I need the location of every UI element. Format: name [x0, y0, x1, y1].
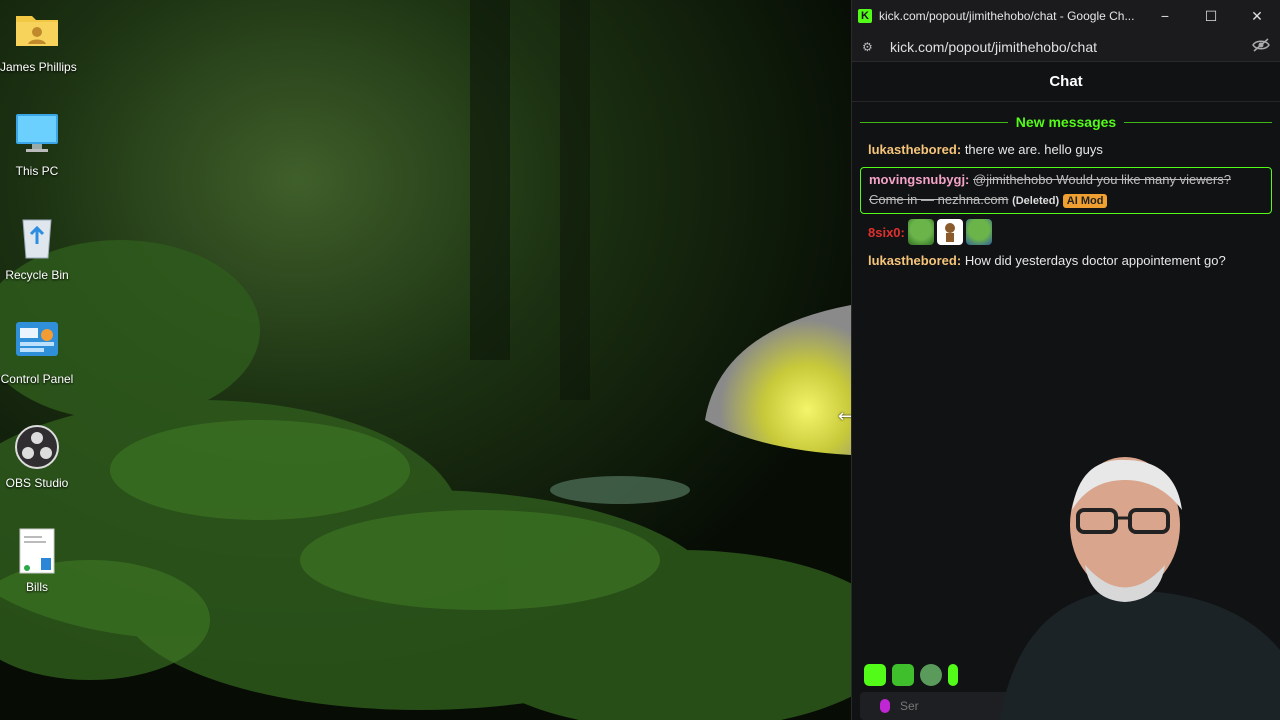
chat-message-text: there we are. hello guys [964, 142, 1103, 157]
chat-message-text: How did yesterdays doctor appointement g… [964, 253, 1226, 268]
obs-icon [14, 424, 60, 470]
new-messages-divider: New messages [860, 114, 1272, 130]
desktop-icon-label: This PC [15, 164, 59, 178]
url-text[interactable]: kick.com/popout/jimithehobo/chat [890, 39, 1252, 55]
eye-slash-icon[interactable] [1252, 38, 1270, 55]
desktop-icon-recycle-bin[interactable]: Recycle Bin [0, 216, 74, 282]
quick-emote-bar [864, 664, 958, 686]
desktop-icon-label: Recycle Bin [5, 268, 69, 282]
chat-username[interactable]: lukasthebored: [868, 253, 961, 268]
kick-emote-icon[interactable] [864, 664, 886, 686]
recycle-bin-icon [14, 216, 60, 262]
chat-popout-window: K kick.com/popout/jimithehobo/chat - Goo… [851, 0, 1280, 720]
emote-icon[interactable] [948, 664, 958, 686]
chat-message: 8six0: [852, 217, 1280, 247]
desktop-icon-bills[interactable]: Bills [0, 528, 74, 594]
desktop-icon-obs-studio[interactable]: OBS Studio [0, 424, 74, 490]
ai-mod-badge: AI Mod [1062, 194, 1108, 208]
address-bar[interactable]: ⚙ kick.com/popout/jimithehobo/chat [852, 32, 1280, 62]
microphone-icon[interactable] [880, 699, 890, 713]
chat-message: lukasthebored: How did yesterdays doctor… [852, 247, 1280, 275]
site-settings-icon[interactable]: ⚙ [862, 40, 880, 54]
desktop-icon-label: Control Panel [0, 372, 74, 386]
chat-message: lukasthebored: there we are. hello guys [852, 136, 1280, 164]
new-messages-label: New messages [1015, 114, 1117, 130]
desktop-wallpaper [0, 0, 851, 720]
chat-message-deleted: movingsnubygj: @jimithehobo Would you li… [860, 167, 1272, 214]
desktop-icon-control-panel[interactable]: Control Panel [0, 320, 74, 386]
desktop-icon-james-phillips[interactable]: James Phillips [0, 8, 77, 74]
chat-username[interactable]: lukasthebored: [868, 142, 961, 157]
desktop-icon-this-pc[interactable]: This PC [0, 112, 74, 178]
chat-username[interactable]: 8six0: [868, 225, 905, 240]
monkey-emote-icon [936, 219, 963, 245]
chat-header: Chat [852, 62, 1280, 102]
minimize-button[interactable]: − [1142, 0, 1188, 32]
desktop-icon-label: James Phillips [0, 60, 77, 74]
document-icon [14, 528, 60, 574]
desktop-icon-label: OBS Studio [5, 476, 69, 490]
pepe-emote-icon [965, 219, 992, 245]
desktop-icon-label: Bills [25, 580, 48, 594]
close-button[interactable]: ✕ [1234, 0, 1280, 32]
window-title: kick.com/popout/jimithehobo/chat - Googl… [879, 9, 1135, 23]
chat-input-placeholder: Ser [900, 699, 919, 713]
window-titlebar[interactable]: K kick.com/popout/jimithehobo/chat - Goo… [852, 0, 1280, 32]
emote-icon[interactable] [920, 664, 942, 686]
deleted-tag: (Deleted) [1012, 195, 1060, 207]
kick-logo-icon: K [858, 9, 872, 23]
chat-username[interactable]: movingsnubygj: [869, 172, 969, 187]
maximize-button[interactable]: ☐ [1188, 0, 1234, 32]
chat-input[interactable]: Ser [860, 692, 1273, 720]
user-folder-icon [14, 8, 60, 54]
control-panel-icon [14, 320, 60, 366]
emote-icon[interactable] [892, 664, 914, 686]
monitor-icon [14, 112, 60, 158]
pepe-emote-icon [907, 219, 934, 245]
